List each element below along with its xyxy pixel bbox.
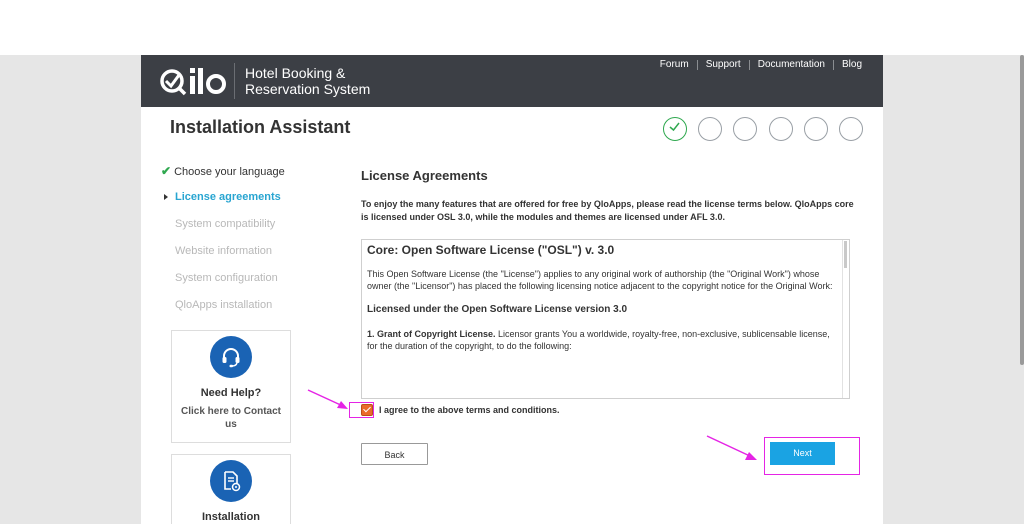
top-links: Forum Support Documentation Blog [652,59,862,70]
help-card[interactable]: Need Help? Click here to Contact us [171,330,291,443]
sidebar-item-choose-language[interactable]: ✔ Choose your language [161,164,285,178]
sidebar-item-label: System compatibility [175,218,276,230]
sidebar-item-label: Choose your language [174,166,285,178]
forum-link[interactable]: Forum [652,59,697,70]
sidebar-item-website-information: Website information [175,245,272,257]
progress-step-1 [663,117,687,141]
agree-label[interactable]: I agree to the above terms and condition… [379,405,560,415]
progress-step-5 [804,117,828,141]
header-bar: Hotel Booking & Reservation System Forum… [141,55,883,107]
installation-card[interactable]: Installation [171,454,291,524]
license-heading: Core: Open Software License ("OSL") v. 3… [367,243,615,257]
license-paragraph: This Open Software License (the "License… [367,269,833,291]
license-scrollbar[interactable] [842,240,849,398]
sidebar-item-system-compatibility: System compatibility [175,218,275,230]
section-title: License Agreements [361,168,488,183]
progress-step-2 [698,117,722,141]
brand-text: Hotel Booking & Reservation System [245,65,370,97]
next-highlight-box [764,437,860,475]
license-intro-text: To enjoy the many features that are offe… [361,199,854,222]
brand-line-1: Hotel Booking & [245,65,346,81]
sidebar-item-system-configuration: System configuration [175,272,278,284]
document-settings-icon [224,471,241,492]
page-title: Installation Assistant [170,117,351,137]
help-icon-circle [210,336,252,378]
checkmark-icon [669,122,680,132]
license-text-box[interactable]: Core: Open Software License ("OSL") v. 3… [361,239,850,399]
headset-icon [222,348,240,368]
sidebar-item-label: QloApps installation [175,299,273,311]
checkmark-icon: ✔ [161,164,172,178]
window-scrollbar[interactable] [1020,55,1024,524]
logo-divider [234,63,235,99]
qlo-logo-icon [160,68,226,96]
sidebar-item-qloapps-installation: QloApps installation [175,299,272,311]
support-link[interactable]: Support [698,59,749,70]
checkbox-highlight-box [349,402,374,418]
brand-line-2: Reservation System [245,81,371,97]
documentation-link[interactable]: Documentation [750,59,833,70]
help-contact-link[interactable]: Click here to Contact us [172,405,290,431]
license-content: Core: Open Software License ("OSL") v. 3… [367,240,837,352]
installation-title: Installation [201,511,261,523]
grant-title: 1. Grant of Copyright License. [367,329,496,339]
license-grant-paragraph: 1. Grant of Copyright License. Licensor … [367,328,837,352]
progress-step-6 [839,117,863,141]
blog-link[interactable]: Blog [834,59,862,70]
sidebar-item-license-agreements[interactable]: License agreements [164,191,281,203]
window-scrollbar-thumb[interactable] [1020,55,1024,365]
sidebar-item-label: Website information [175,245,273,257]
sidebar-item-label: System configuration [175,272,278,284]
caret-right-icon [164,194,168,200]
license-subheading: Licensed under the Open Software License… [367,304,628,315]
license-scrollbar-thumb[interactable] [844,241,847,268]
sidebar-item-label: License agreements [175,191,281,203]
progress-step-3 [733,117,757,141]
help-title: Need Help? [200,387,262,399]
progress-step-4 [769,117,793,141]
agree-row[interactable]: I agree to the above terms and condition… [361,404,560,416]
back-button[interactable]: Back [361,443,428,465]
install-icon-circle [210,460,252,502]
